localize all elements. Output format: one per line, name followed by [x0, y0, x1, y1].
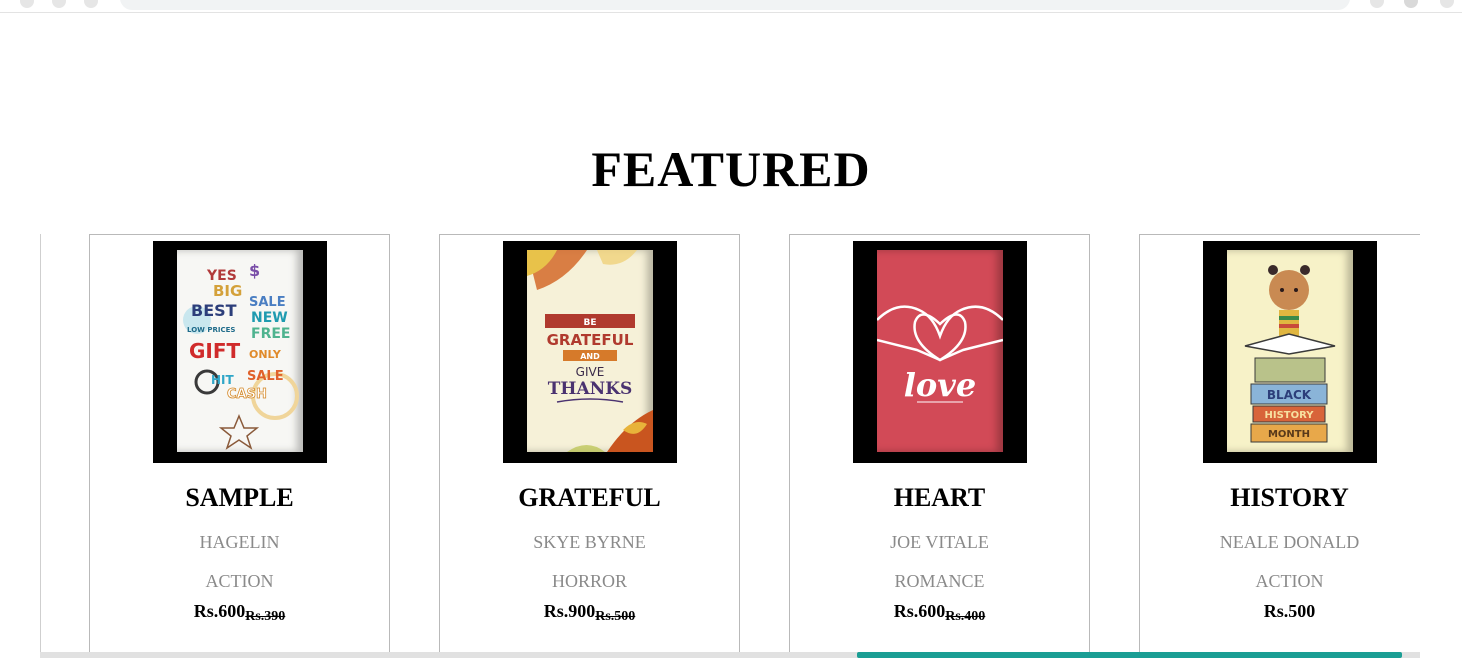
cover-word: CASH [227, 387, 267, 402]
cover-word: HIT [211, 373, 235, 387]
scrollbar-thumb[interactable] [857, 652, 1402, 658]
book-card[interactable]: love HEART JOE VITALE ROMANCE Rs.600Rs.4… [789, 234, 1090, 658]
profile-avatar[interactable] [1404, 0, 1418, 8]
cover-word: BEST [191, 301, 237, 320]
book-cover-heart: love [877, 250, 1003, 452]
cover-word: GIVE [576, 365, 605, 379]
sale-typography-illustration: YES $ BIG SALE BEST NEW LOW PRICES FREE … [183, 261, 299, 450]
current-price: Rs.600 [193, 601, 246, 621]
cover-word: ONLY [249, 348, 282, 361]
book-author: SKYE BYRNE [533, 532, 646, 552]
cover-word: NEW [251, 310, 288, 326]
browser-toolbar [0, 0, 1462, 13]
book-title[interactable]: SAMPLE [90, 483, 389, 513]
back-icon[interactable] [20, 0, 34, 8]
menu-icon[interactable] [1440, 0, 1454, 8]
book-genre: HORROR [551, 571, 627, 591]
book-cover-history: BLACK HISTORY MONTH [1227, 250, 1353, 452]
cover-word: BLACK [1267, 388, 1312, 402]
book-cover-frame[interactable]: love [853, 241, 1027, 463]
original-price: Rs.500 [595, 609, 636, 624]
cover-word: MONTH [1268, 429, 1310, 440]
carousel-edge [1420, 234, 1462, 658]
forward-icon[interactable] [52, 0, 66, 8]
price-row: Rs.500 [1140, 601, 1421, 625]
cover-word: HISTORY [1264, 410, 1314, 421]
cover-word: SALE [247, 369, 284, 384]
cover-word: LOW PRICES [187, 326, 235, 334]
featured-heading: FEATURED [591, 141, 871, 197]
featured-carousel[interactable]: YES $ BIG SALE BEST NEW LOW PRICES FREE … [40, 234, 1421, 658]
book-cover-frame[interactable]: BLACK HISTORY MONTH [1203, 241, 1377, 463]
book-cover-frame[interactable]: YES $ BIG SALE BEST NEW LOW PRICES FREE … [153, 241, 327, 463]
address-bar[interactable] [120, 0, 1350, 10]
autumn-leaves-illustration: BE GRATEFUL AND GIVE THANKS [527, 250, 653, 452]
svg-text:$: $ [249, 261, 260, 280]
book-author: HAGELIN [199, 532, 280, 552]
cover-word: GIFT [189, 339, 241, 363]
cover-word: love [904, 366, 976, 404]
extensions-icon[interactable] [1370, 0, 1384, 8]
book-genre: ACTION [1255, 571, 1324, 591]
cover-word: GRATEFUL [547, 331, 634, 349]
cover-word: BIG [213, 282, 242, 300]
current-price: Rs.900 [543, 601, 596, 621]
book-author: JOE VITALE [890, 532, 989, 552]
book-title[interactable]: HEART [790, 483, 1089, 513]
original-price: Rs.400 [945, 609, 986, 624]
book-card[interactable]: BE GRATEFUL AND GIVE THANKS GRATEFUL SKY… [439, 234, 740, 658]
book-card[interactable]: YES $ BIG SALE BEST NEW LOW PRICES FREE … [89, 234, 390, 658]
cover-word: FREE [251, 326, 290, 342]
book-genre: ACTION [205, 571, 274, 591]
book-cover-grateful: BE GRATEFUL AND GIVE THANKS [527, 250, 653, 452]
carousel-scrollbar[interactable] [40, 652, 1420, 658]
cover-word: SALE [249, 295, 286, 310]
book-card[interactable]: BLACK HISTORY MONTH HISTORY NEALE DONALD… [1139, 234, 1421, 658]
reload-icon[interactable] [84, 0, 98, 8]
book-genre: ROMANCE [894, 571, 985, 591]
original-price: Rs.390 [245, 609, 286, 624]
book-title[interactable]: HISTORY [1140, 483, 1421, 513]
book-author: NEALE DONALD [1219, 532, 1360, 552]
cover-word: THANKS [548, 379, 633, 399]
cover-word: AND [580, 352, 600, 361]
price-row: Rs.600Rs.390 [90, 601, 389, 625]
price-row: Rs.600Rs.400 [790, 601, 1089, 625]
book-title[interactable]: GRATEFUL [440, 483, 739, 513]
price-row: Rs.900Rs.500 [440, 601, 739, 625]
current-price: Rs.500 [1263, 601, 1316, 621]
child-reading-illustration: BLACK HISTORY MONTH [1244, 265, 1336, 443]
heart-hands-illustration: love [877, 305, 1003, 404]
book-cover-frame[interactable]: BE GRATEFUL AND GIVE THANKS [503, 241, 677, 463]
book-cover-sale: YES $ BIG SALE BEST NEW LOW PRICES FREE … [177, 250, 303, 452]
current-price: Rs.600 [893, 601, 946, 621]
cover-word: BE [583, 318, 596, 328]
